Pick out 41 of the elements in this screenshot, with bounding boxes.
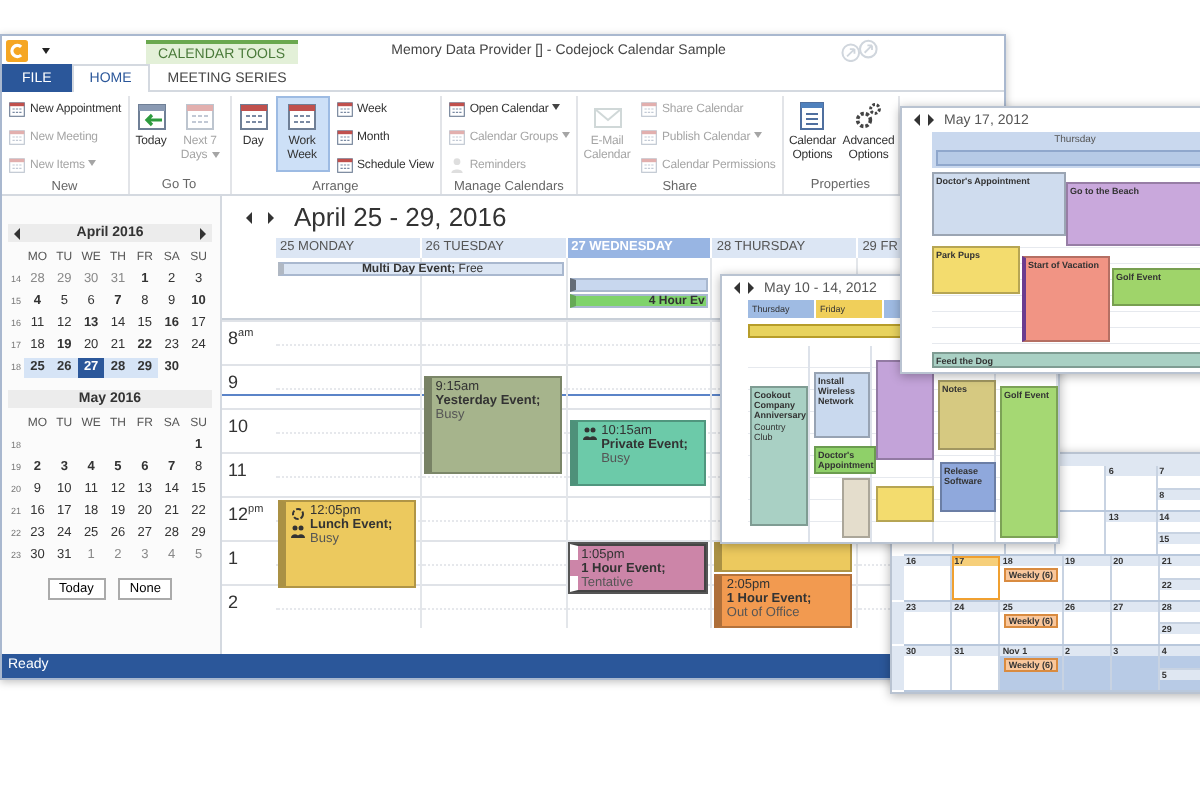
previous-arrow-icon[interactable] bbox=[14, 227, 20, 239]
hour-label: 9 bbox=[228, 372, 239, 392]
hour-label: 10 bbox=[228, 416, 249, 436]
calendar-icon bbox=[640, 100, 659, 118]
circuit-drawing bbox=[836, 38, 884, 62]
recurrence-icon bbox=[290, 505, 306, 522]
previous-arrow-icon[interactable] bbox=[914, 114, 920, 126]
calendar-icon bbox=[640, 156, 659, 174]
people-icon bbox=[581, 425, 598, 441]
calendar-icon bbox=[447, 100, 466, 118]
next-arrow-icon[interactable] bbox=[200, 227, 206, 239]
previous-arrow-icon[interactable] bbox=[246, 211, 252, 223]
calendar-icon bbox=[640, 128, 659, 146]
date-range-title: April 25 - 29, 2016 bbox=[294, 202, 507, 232]
event-bar[interactable] bbox=[569, 278, 709, 292]
app-logo-icon bbox=[6, 39, 28, 61]
hour-label: 2 bbox=[228, 592, 239, 612]
list-icon bbox=[796, 100, 829, 132]
gear-icon bbox=[852, 100, 885, 132]
previous-arrow-icon[interactable] bbox=[734, 282, 740, 294]
hour-label: 1 bbox=[228, 548, 239, 568]
calendar-icon bbox=[8, 156, 26, 174]
next-arrow-icon[interactable] bbox=[748, 282, 754, 294]
calendar-icon bbox=[8, 100, 26, 118]
hour-label: 12$^{pm}$ bbox=[228, 504, 264, 524]
calendar-icon bbox=[286, 100, 319, 132]
caret-icon[interactable] bbox=[42, 47, 50, 53]
calendar-icon bbox=[447, 128, 466, 146]
calendar-icon bbox=[335, 156, 354, 174]
next-arrow-icon[interactable] bbox=[268, 211, 274, 223]
hour-label: 11 bbox=[228, 460, 247, 480]
calendar-icon bbox=[8, 128, 26, 146]
calendar-icon bbox=[237, 100, 270, 132]
people-icon bbox=[290, 523, 306, 540]
calendar-icon bbox=[184, 100, 217, 132]
calendar-icon bbox=[335, 128, 354, 146]
hour-label: 8$^{am}$ bbox=[228, 328, 254, 348]
next-arrow-icon[interactable] bbox=[928, 114, 934, 126]
person-icon bbox=[447, 156, 466, 174]
event-block[interactable] bbox=[876, 360, 934, 460]
calendar-icon bbox=[335, 100, 354, 118]
